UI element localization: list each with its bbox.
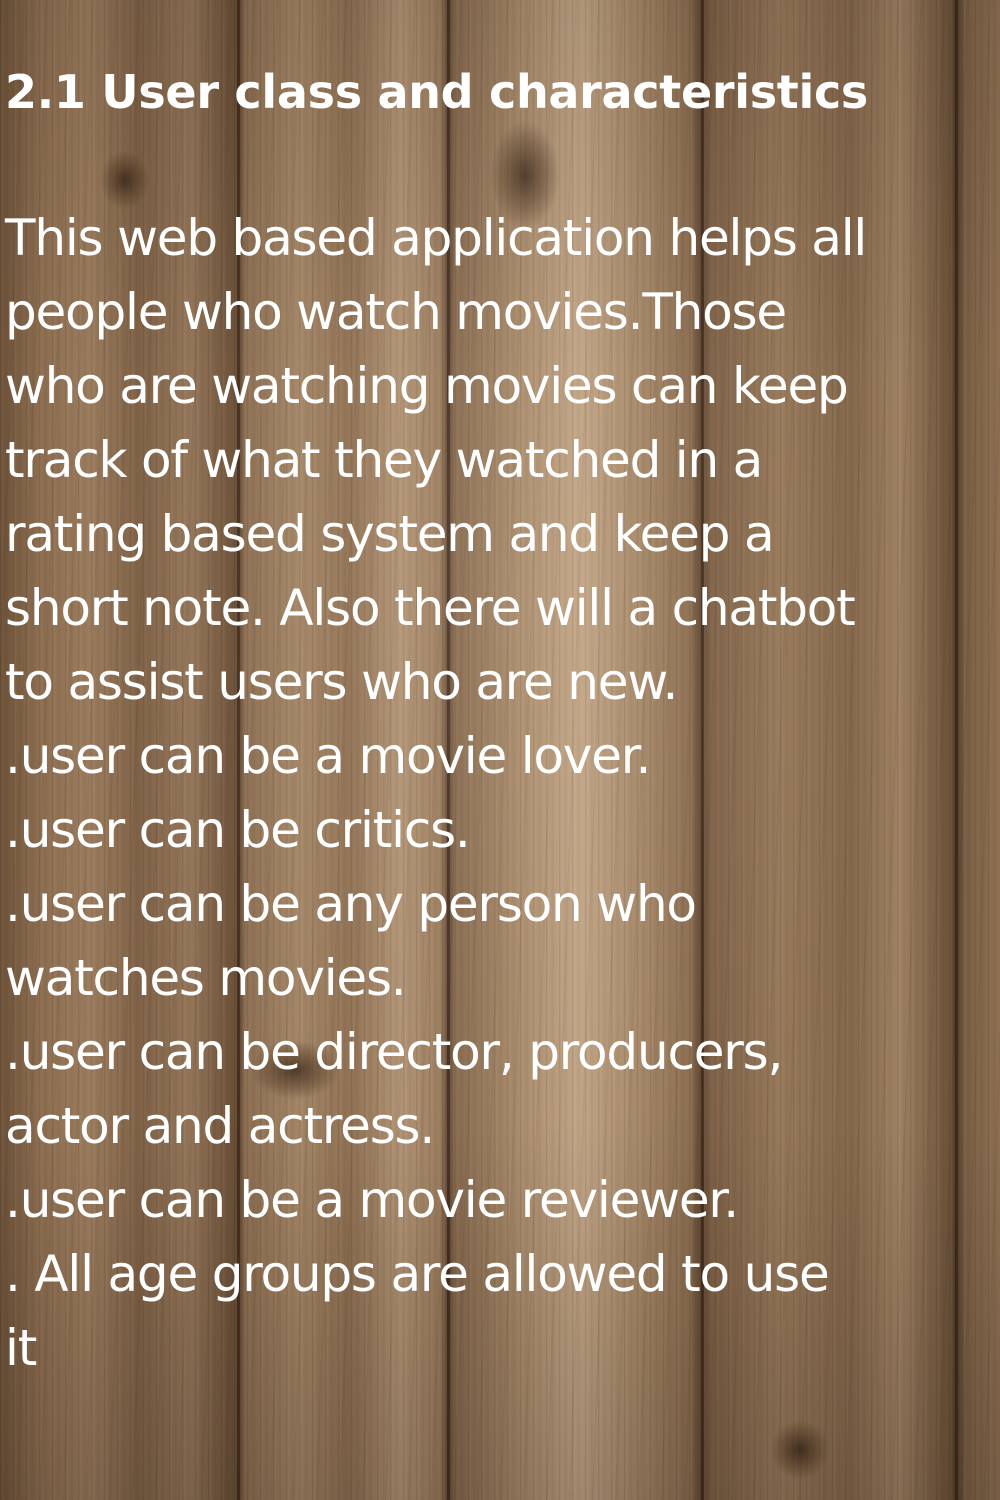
text-line: people who watch movies.Those — [5, 283, 787, 341]
text-line: .user can be a movie reviewer. — [5, 1171, 739, 1229]
body-text: This web based application helps all peo… — [5, 201, 985, 1385]
section-heading: 2.1 User class and characteristics — [5, 65, 868, 119]
text-line: short note. Also there will a chatbot — [5, 579, 856, 637]
text-line: track of what they watched in a — [5, 431, 763, 489]
text-line: This web based application helps all — [5, 209, 867, 267]
text-line: rating based system and keep a — [5, 505, 775, 563]
text-line: . All age groups are allowed to use — [5, 1245, 830, 1303]
text-line: actor and actress. — [5, 1097, 435, 1155]
text-line: .user can be any person who — [5, 875, 697, 933]
text-line: .user can be a movie lover. — [5, 727, 651, 785]
text-line: to assist users who are new. — [5, 653, 678, 711]
text-line: who are watching movies can keep — [5, 357, 849, 415]
document-content: 2.1 User class and characteristics This … — [5, 55, 985, 1385]
text-line: it — [5, 1319, 37, 1377]
text-line: .user can be critics. — [5, 801, 471, 859]
text-line: watches movies. — [5, 949, 407, 1007]
text-line: .user can be director, producers, — [5, 1023, 783, 1081]
